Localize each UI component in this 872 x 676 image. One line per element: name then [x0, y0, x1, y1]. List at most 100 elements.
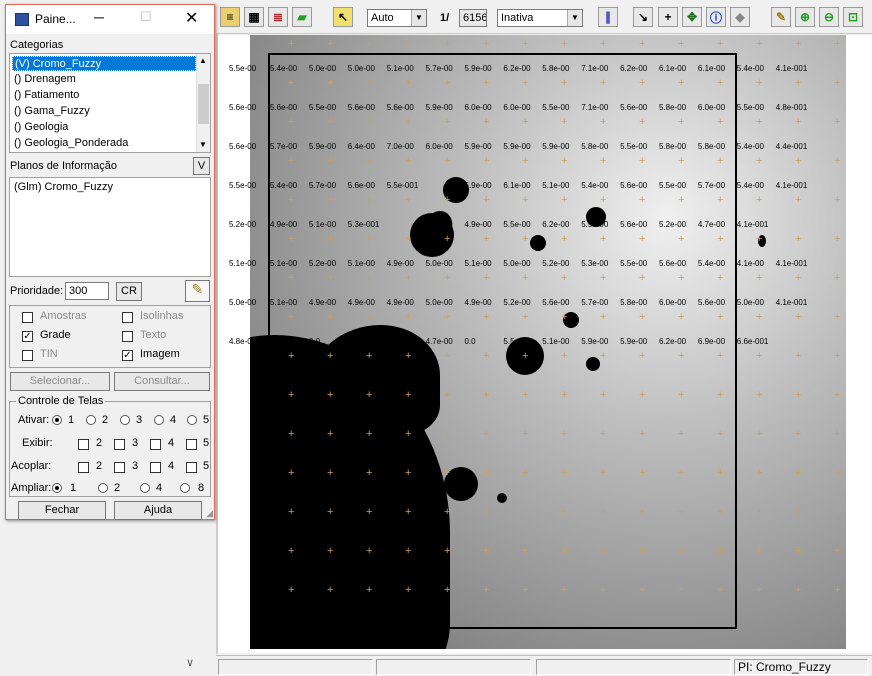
grid-cell-value: 5.1e-00 [386, 64, 414, 73]
category-item[interactable]: () Drenagem [12, 72, 76, 87]
texto-checkbox[interactable] [122, 331, 133, 342]
arrow-down-icon[interactable]: ↘ [633, 7, 653, 27]
grid-node-marker: + [483, 155, 490, 167]
ampliar-radio-2[interactable] [98, 483, 108, 493]
selecionar-button[interactable]: Selecionar... [10, 372, 110, 391]
isolinhas-checkbox[interactable] [122, 312, 133, 323]
grid-node-marker: + [366, 233, 373, 245]
grid-cell-value: 5.4e-00 [736, 181, 764, 190]
tag-icon[interactable]: ◆ [730, 7, 750, 27]
zoom-extent-icon[interactable]: ⊡ [843, 7, 863, 27]
fechar-button[interactable]: Fechar [18, 501, 106, 520]
category-item[interactable]: () Fatiamento [12, 88, 79, 103]
mode-select[interactable]: Auto ▼ [367, 9, 427, 27]
plano-item[interactable]: (Glm) Cromo_Fuzzy [12, 180, 113, 195]
planos-list[interactable]: (Glm) Cromo_Fuzzy [9, 177, 211, 277]
info-icon[interactable]: ⓘ [706, 7, 726, 27]
category-item[interactable]: () Gama_Fuzzy [12, 104, 90, 119]
imagem-checkbox[interactable]: ✓ [122, 350, 133, 361]
categories-list[interactable]: (V) Cromo_Fuzzy () Drenagem () Fatiament… [9, 53, 211, 153]
grid-node-marker: + [795, 545, 802, 557]
grid-cell-value: 5.3e-00 [581, 259, 609, 268]
category-item[interactable]: () Geologia [12, 120, 68, 135]
acoplar-checkbox-3[interactable] [114, 462, 125, 473]
consultar-button[interactable]: Consultar... [114, 372, 210, 391]
ampliar-radio-4[interactable] [140, 483, 150, 493]
grid-cell-value: 6.6e-001 [736, 337, 769, 346]
status-cell-3 [536, 659, 731, 675]
maximize-button[interactable]: ☐ [140, 9, 152, 25]
pan-icon[interactable]: ✥ [682, 7, 702, 27]
pencil-icon[interactable]: ✎ [771, 7, 791, 27]
ativar-radio-3[interactable] [120, 415, 130, 425]
cr-button[interactable]: CR [116, 282, 142, 301]
grade-checkbox[interactable]: ✓ [22, 331, 33, 342]
ampliar-radio-1[interactable] [52, 483, 62, 493]
draw-icon[interactable]: ▰ [292, 7, 312, 27]
category-item[interactable]: () Geologia_Ponderada [12, 136, 128, 151]
scroll-thumb[interactable] [198, 84, 209, 124]
grid-node-marker: + [834, 272, 841, 284]
exibir-checkbox-5[interactable] [186, 439, 197, 450]
grid-node-marker: + [795, 506, 802, 518]
acoplar-checkbox-2[interactable] [78, 462, 89, 473]
grid-node-marker: + [366, 272, 373, 284]
acoplar-checkbox-4[interactable] [150, 462, 161, 473]
grid-node-marker: + [366, 194, 373, 206]
tin-checkbox[interactable] [22, 350, 33, 361]
exibir-checkbox-2[interactable] [78, 439, 89, 450]
grid-cell-value: 5.5e-00 [581, 220, 609, 229]
grid-node-marker: + [639, 311, 646, 323]
acoplar-label: Acoplar: [11, 460, 52, 472]
planos-visibility-button[interactable]: V [193, 157, 210, 175]
ajuda-button[interactable]: Ajuda [114, 501, 202, 520]
acoplar-checkbox-5[interactable] [186, 462, 197, 473]
categories-scrollbar[interactable]: ▲ ▼ [196, 54, 210, 152]
ativar-radio-5[interactable] [187, 415, 197, 425]
bars-icon[interactable]: ∥ [598, 7, 618, 27]
scale-input[interactable]: 6156 [459, 9, 487, 27]
grid-cell-value: 5.6e-00 [347, 181, 375, 190]
grid-cell-value: 4.9e-00 [270, 220, 298, 229]
ativar-radio-4[interactable] [154, 415, 164, 425]
ativar-radio-2[interactable] [86, 415, 96, 425]
grid-tool-icon[interactable]: ▦ [244, 7, 264, 27]
imagem-label: Imagem [140, 348, 180, 360]
state-select[interactable]: Inativa ▼ [497, 9, 583, 27]
amostras-checkbox[interactable] [22, 312, 33, 323]
plus-icon[interactable]: + [658, 7, 678, 27]
grid-cell-value: 6.2e-00 [620, 64, 648, 73]
minimize-button[interactable]: ─ [94, 9, 104, 25]
prioridade-input[interactable]: 300 [65, 282, 109, 300]
scroll-down-icon[interactable]: ∨ [186, 656, 194, 669]
grid-node-marker: + [678, 506, 685, 518]
exibir-checkbox-4[interactable] [150, 439, 161, 450]
category-item[interactable]: (V) Cromo_Fuzzy [12, 56, 196, 71]
grid-node-marker: + [678, 233, 685, 245]
grid-node-marker: + [717, 584, 724, 596]
scroll-up-icon[interactable]: ▲ [199, 56, 207, 65]
grid-node-marker: + [483, 38, 490, 50]
grid-cell-value: 4.9e-00 [464, 220, 492, 229]
grid-node-marker: + [405, 467, 412, 479]
panel-titlebar[interactable]: Paine... ─ ☐ ✕ [6, 5, 214, 34]
close-button[interactable]: ✕ [185, 8, 198, 28]
zoom-in-icon[interactable]: ⊕ [795, 7, 815, 27]
grid-node-marker: + [834, 155, 841, 167]
grid-node-marker: + [444, 116, 451, 128]
exibir-checkbox-3[interactable] [114, 439, 125, 450]
scroll-down-icon[interactable]: ▼ [199, 140, 207, 149]
cursor-icon[interactable]: ↖ [333, 7, 353, 27]
color-edit-button[interactable]: ✎ [185, 280, 210, 302]
grid-node-marker: + [405, 389, 412, 401]
grid-node-marker: + [405, 428, 412, 440]
zoom-out-icon[interactable]: ⊖ [819, 7, 839, 27]
ativar-radio-1[interactable] [52, 415, 62, 425]
grid-node-marker: + [639, 350, 646, 362]
layers-icon[interactable]: ≣ [268, 7, 288, 27]
database-icon[interactable]: ≡ [220, 7, 240, 27]
app-icon [15, 13, 29, 26]
grid-cell-value: 5.9e-00 [542, 142, 570, 151]
ampliar-radio-8[interactable] [180, 483, 190, 493]
resize-grip-icon[interactable]: ◢ [206, 508, 213, 519]
